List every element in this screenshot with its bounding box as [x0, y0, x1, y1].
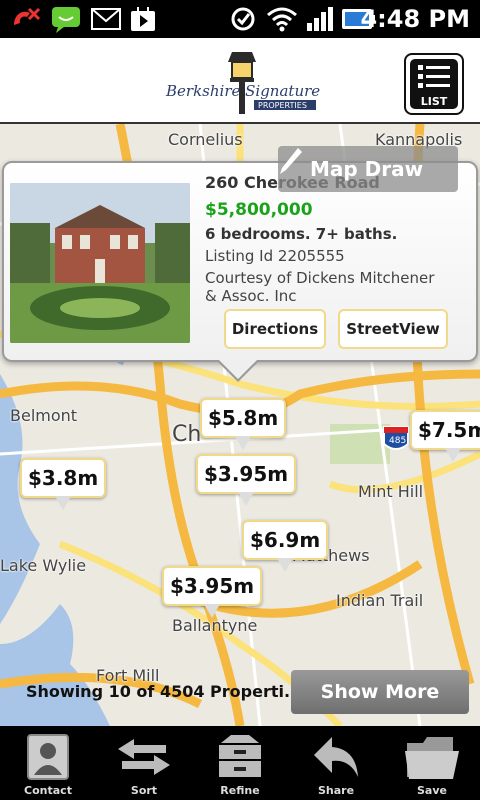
sort-label: Sort — [130, 784, 158, 797]
place-label: Cornelius — [168, 130, 243, 149]
svg-text:Berkshire Signature: Berkshire Signature — [165, 82, 320, 100]
price-marker[interactable]: $7.5m — [410, 410, 480, 462]
signal-icon — [304, 4, 336, 34]
play-store-icon — [126, 4, 160, 34]
contact-icon — [18, 732, 78, 782]
list-view-button[interactable]: LIST — [404, 53, 464, 115]
results-count-text: Showing 10 of 4504 Properti... — [26, 682, 303, 701]
price-marker[interactable]: $3.95m — [162, 566, 263, 618]
save-label: Save — [417, 784, 447, 797]
sort-button[interactable]: Sort — [96, 726, 192, 800]
sync-icon — [228, 4, 258, 34]
contact-button[interactable]: Contact — [0, 726, 96, 800]
app-screen: 4:48 PM Berkshire Signature PROPERTIES L… — [0, 0, 480, 800]
place-label: Mint Hill — [358, 482, 424, 501]
listing-price: $5,800,000 — [205, 200, 313, 220]
map-draw-button[interactable]: Map Draw — [278, 146, 458, 192]
list-button-label: LIST — [420, 95, 448, 108]
sort-arrows-icon — [114, 732, 174, 782]
place-label: Indian Trail — [336, 591, 424, 610]
refine-cabinet-icon — [210, 732, 270, 782]
share-arrow-icon — [306, 732, 366, 782]
place-label: Belmont — [10, 406, 78, 425]
voicemail-icon — [88, 4, 124, 34]
share-button[interactable]: Share — [288, 726, 384, 800]
share-label: Share — [317, 784, 355, 797]
listing-courtesy: Courtesy of Dickens Mitchener & Assoc. I… — [205, 269, 435, 305]
listing-id: Listing Id 2205555 — [205, 247, 345, 265]
svg-text:PROPERTIES: PROPERTIES — [258, 101, 307, 110]
save-button[interactable]: Save — [384, 726, 480, 800]
wifi-icon — [264, 4, 300, 34]
place-label: Ch — [172, 422, 202, 447]
map-draw-label: Map Draw — [310, 157, 424, 181]
streetview-button[interactable]: StreetView — [338, 309, 448, 349]
contact-label: Contact — [24, 784, 72, 797]
chat-icon — [48, 4, 84, 34]
brand-logo: Berkshire Signature PROPERTIES — [162, 48, 322, 116]
price-marker[interactable]: $5.8m — [200, 398, 287, 450]
refine-button[interactable]: Refine — [192, 726, 288, 800]
map-view[interactable]: Cornelius Kannapolis Belmont Ch Mint Hil… — [0, 124, 480, 726]
list-icon — [418, 65, 450, 88]
place-label: Lake Wylie — [0, 556, 87, 575]
listing-photo[interactable] — [10, 183, 190, 343]
missed-call-icon — [8, 4, 44, 34]
directions-button[interactable]: Directions — [224, 309, 326, 349]
show-more-button[interactable]: Show More — [291, 670, 469, 714]
status-time: 4:48 PM — [360, 5, 470, 33]
status-bar: 4:48 PM — [0, 0, 480, 38]
price-marker[interactable]: $6.9m — [242, 520, 329, 572]
app-header: Berkshire Signature PROPERTIES LIST — [0, 38, 480, 124]
price-marker[interactable]: $3.8m — [20, 458, 107, 510]
bottom-toolbar: Contact Sort Refine Share Save — [0, 726, 480, 800]
interstate-shield-label: 485 — [389, 436, 407, 446]
refine-label: Refine — [220, 784, 260, 797]
listing-beds-baths: 6 bedrooms. 7+ baths. — [205, 225, 398, 243]
save-folder-icon — [402, 732, 462, 782]
price-marker[interactable]: $3.95m — [196, 454, 297, 506]
place-label: Ballantyne — [172, 616, 258, 635]
